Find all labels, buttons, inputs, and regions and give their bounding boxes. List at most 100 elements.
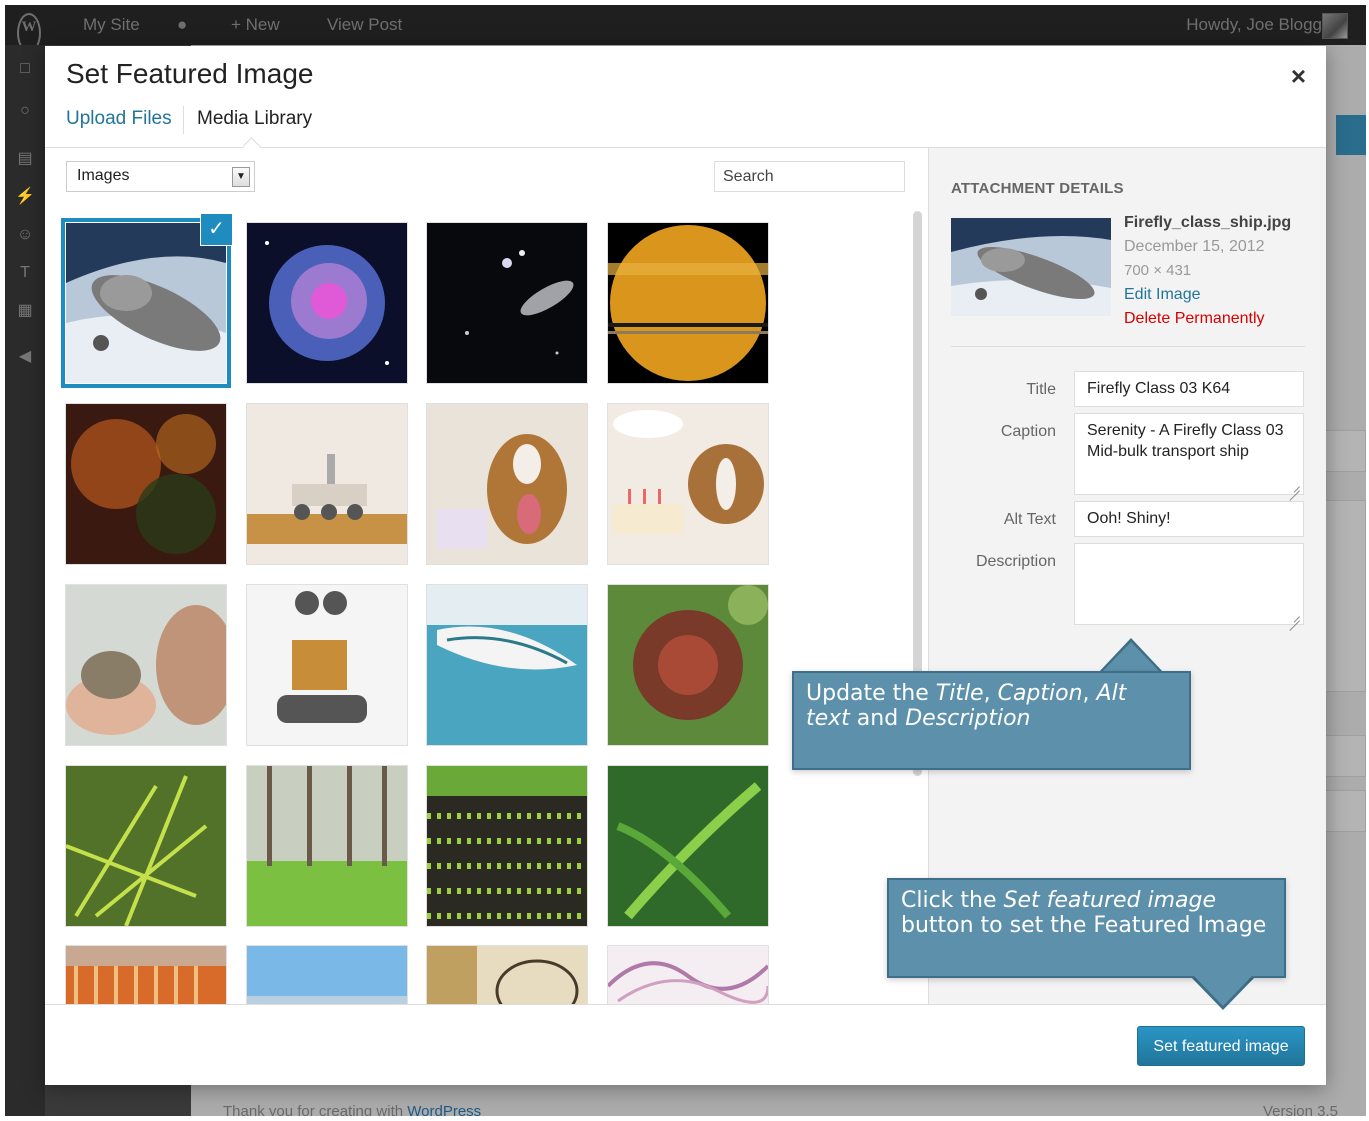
thumbnail-crayons[interactable] [66,946,226,1004]
tab-divider [183,106,184,134]
thumbnail-hedgehog-in-hand[interactable] [66,585,226,745]
plugins-icon[interactable]: ⚡ [15,187,35,207]
thumbnail-blue-sky[interactable] [247,946,407,1004]
thumbnail-image [66,585,226,745]
thumbnail-green-fern[interactable] [608,766,768,926]
media-type-filter[interactable]: Images ▼ [66,161,255,192]
thumbnail-galaxy-starfield[interactable] [427,223,587,383]
pages-icon[interactable]: □ [15,59,35,79]
callout-text: and [849,706,906,731]
avatar[interactable] [1322,13,1348,39]
caption-label: Caption [1000,423,1056,440]
thumbnail-purple-smoke[interactable] [608,946,768,1004]
edit-image-link[interactable]: Edit Image [1124,286,1200,304]
footer-thanks: Thank you for creating with WordPress [223,1103,481,1116]
settings-icon[interactable]: ▦ [15,301,35,321]
modal-toolbar: Set featured image [45,1004,1326,1085]
attachment-filename: Firefly_class_ship.jpg [1124,214,1292,231]
thumbnail-image [247,946,407,1004]
search-input[interactable] [714,161,905,192]
collapse-menu-icon[interactable]: ◀ [15,347,35,367]
caption-value: Serenity - A Firefly Class 03 Mid-bulk t… [1087,422,1284,460]
thumbnail-image [608,766,768,926]
thumbnail-image [66,946,226,1004]
thumbnail-image [66,404,226,564]
alt-text-field[interactable]: Ooh! Shiny! [1074,501,1304,537]
thumbnail-pine-forest[interactable] [247,766,407,926]
thumbnail-orange-nebula[interactable] [66,404,226,564]
meta-box [1324,430,1366,472]
media-filter-value: Images [77,167,130,184]
callout-text: Update the [806,681,936,706]
thumbnail-image [427,223,587,383]
thumbnail-image [608,223,768,383]
callout-text: Click the [901,888,1004,913]
appearance-icon[interactable]: ▤ [15,149,35,169]
thumbnail-image [608,585,768,745]
callout-update-fields: Update the Title, Caption, Alt text and … [792,671,1191,770]
thumbnail-boxer-dog-gifts[interactable] [427,404,587,564]
active-tab-pointer [242,137,261,156]
wordpress-link[interactable]: WordPress [407,1103,481,1116]
resize-handle-icon[interactable] [1288,479,1300,491]
thumbnail-glasses-sepia[interactable] [427,946,587,1004]
attachment-date: December 15, 2012 [1124,238,1265,255]
admin-bar-new[interactable]: + New [231,5,280,45]
callout-text: , [983,681,998,706]
thumbnail-boxer-dog-birthday-cake[interactable] [608,404,768,564]
tab-upload-files[interactable]: Upload Files [66,108,172,130]
attachment-details-heading: ATTACHMENT DETAILS [951,180,1124,197]
close-icon[interactable]: × [1291,62,1306,90]
thumbnail-image [247,585,407,745]
thumbnail-image [427,404,587,564]
delete-permanently-link[interactable]: Delete Permanently [1124,310,1265,328]
meta-box [1324,500,1366,692]
thumbnail-green-needles[interactable] [66,766,226,926]
thumbnail-saturn-rings[interactable] [608,223,768,383]
details-divider [951,346,1305,347]
tab-media-library[interactable]: Media Library [197,108,312,130]
callout-text: button to set the Featured Image [901,913,1267,938]
callout-emphasis: Set featured image [1003,888,1217,913]
thumbnail-seedling-field[interactable] [427,766,587,926]
callout-pointer [1101,642,1161,673]
title-field[interactable]: Firefly Class 03 K64 [1074,371,1304,407]
thumbnail-rowboat-water[interactable] [427,585,587,745]
callout-set-featured-button: Click the Set featured image button to s… [887,878,1286,978]
caption-field[interactable]: Serenity - A Firefly Class 03 Mid-bulk t… [1074,413,1304,495]
thumbnail-image [427,946,587,1004]
description-label: Description [975,553,1056,570]
thumbnail-helix-nebula[interactable] [247,223,407,383]
comments-icon[interactable]: ○ [15,101,35,121]
chevron-down-icon[interactable]: ▼ [232,167,250,187]
admin-bar-view-post[interactable]: View Post [327,5,402,45]
resize-handle-icon[interactable] [1288,609,1300,621]
title-label: Title [1026,381,1056,398]
check-icon[interactable]: ✓ [201,214,232,245]
speech-bubble-icon[interactable]: ● [177,5,187,45]
callout-emphasis: Description [905,706,1031,731]
users-icon[interactable]: ☺ [15,225,35,245]
callout-text: , [1082,681,1097,706]
meta-box [1324,735,1366,777]
admin-bar-my-site[interactable]: My Site [83,5,140,45]
thumbnail-image [608,404,768,564]
callout-pointer [1193,975,1253,1006]
description-field[interactable] [1074,543,1304,625]
tools-icon[interactable]: T [15,263,35,283]
thumbnail-wall-e-robot[interactable] [247,585,407,745]
thumbnail-spiky-seed-pod[interactable] [608,585,768,745]
attachment-thumbnail [951,218,1111,316]
thumbnail-serenity-ship[interactable] [66,223,226,383]
alt-text-label: Alt Text [1003,511,1056,528]
set-featured-image-button[interactable]: Set featured image [1137,1026,1305,1066]
footer-version: Version 3.5 [1262,1103,1338,1116]
attachment-dimensions: 700 × 431 [1124,262,1192,279]
thumbnail-image [247,223,407,383]
modal-title: Set Featured Image [66,58,314,89]
callout-emphasis: Caption [997,681,1083,706]
thumbnail-mars-rover[interactable] [247,404,407,564]
publish-button-shadow [1336,115,1366,155]
thumbnail-image [608,946,768,1004]
admin-bar-howdy[interactable]: Howdy, Joe Blogg [1186,5,1322,45]
